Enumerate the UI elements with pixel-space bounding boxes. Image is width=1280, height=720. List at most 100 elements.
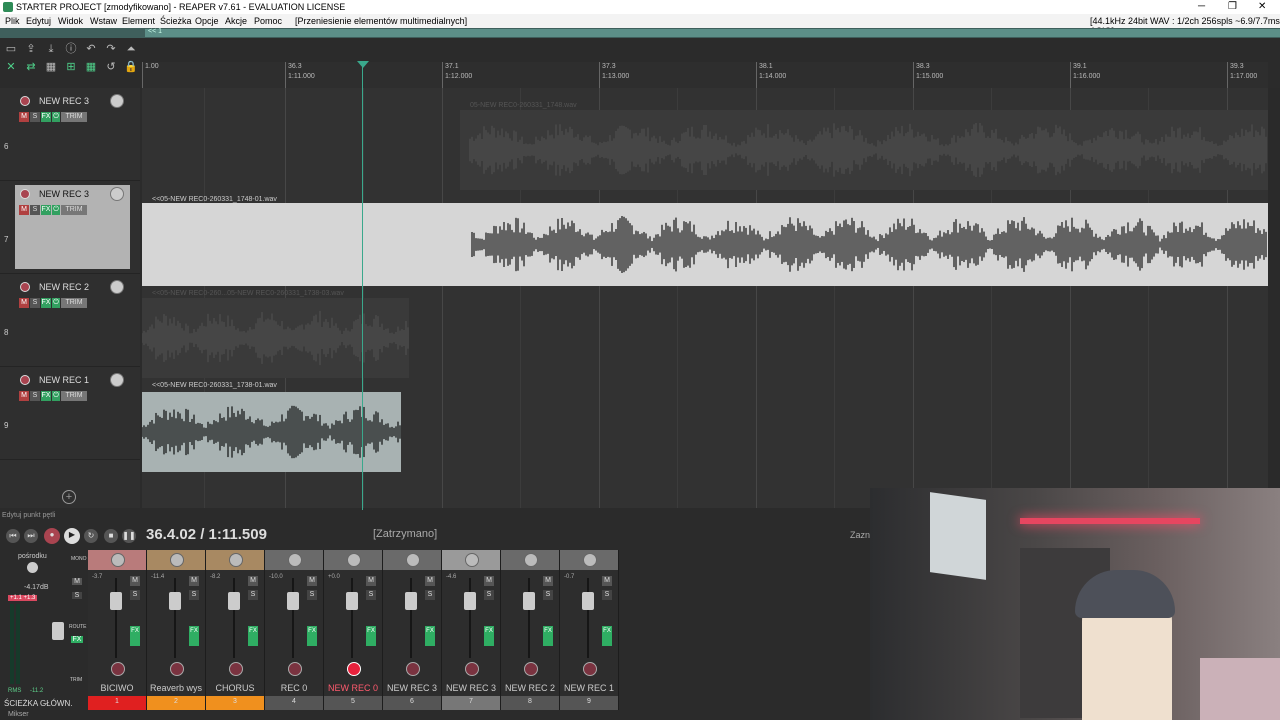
volume-fader[interactable] <box>346 592 358 610</box>
snap-icon[interactable]: ⊞ <box>64 60 78 74</box>
strip-record-arm-icon[interactable] <box>465 662 479 676</box>
undo-icon[interactable]: ↶ <box>84 42 98 56</box>
menu-track[interactable]: Ścieżka <box>160 16 192 26</box>
go-to-end-icon[interactable]: ⏭ <box>24 529 38 543</box>
strip-record-arm-icon[interactable] <box>406 662 420 676</box>
region-bar[interactable]: << 1 <box>0 28 1280 38</box>
edit-cursor[interactable] <box>362 62 363 510</box>
fx-button[interactable]: FX <box>41 298 51 308</box>
master-pan-knob[interactable] <box>27 562 38 573</box>
strip-record-arm-icon[interactable] <box>111 662 125 676</box>
record-icon[interactable]: ● <box>44 528 60 544</box>
play-icon[interactable]: ▶ <box>64 528 80 544</box>
strip-solo-button[interactable]: S <box>543 590 553 600</box>
route-button[interactable]: ROUTE <box>69 624 87 630</box>
minimize-button[interactable]: ─ <box>1198 1 1205 12</box>
volume-fader[interactable] <box>405 592 417 610</box>
item-grouping-icon[interactable]: ⇄ <box>24 60 38 74</box>
repeat-icon[interactable]: ↻ <box>84 529 98 543</box>
strip-mute-button[interactable]: M <box>425 576 435 586</box>
auto-crossfade-icon[interactable]: ↺ <box>104 60 118 74</box>
strip-fx-button[interactable]: FX <box>543 626 553 646</box>
volume-fader[interactable] <box>228 592 240 610</box>
time-position[interactable]: 36.4.02 / 1:11.509 <box>146 526 267 543</box>
vertical-scrollbar[interactable] <box>1268 88 1280 508</box>
mute-button[interactable]: M <box>19 112 29 122</box>
menu-insert[interactable]: Wstaw <box>90 16 117 26</box>
menu-file[interactable]: Plik <box>5 16 20 26</box>
mixer-strip[interactable]: M S FX NEW REC 2 8 <box>501 550 560 710</box>
pan-knob[interactable] <box>288 553 302 567</box>
trim-button[interactable]: TRIM <box>61 112 87 122</box>
menu-help[interactable]: Pomoc <box>254 16 282 26</box>
grid-icon[interactable]: ▦ <box>44 60 58 74</box>
track-name[interactable]: NEW REC 2 <box>39 282 89 292</box>
close-button[interactable]: ✕ <box>1258 1 1266 12</box>
trim-button[interactable]: TRIM <box>61 391 87 401</box>
pan-knob[interactable] <box>229 553 243 567</box>
ripple-edit-icon[interactable]: ✕ <box>4 60 18 74</box>
strip-mute-button[interactable]: M <box>248 576 258 586</box>
strip-record-arm-icon[interactable] <box>288 662 302 676</box>
mute-button[interactable]: M <box>19 298 29 308</box>
solo-button[interactable]: S <box>30 391 40 401</box>
mixer-strip[interactable]: -8.2 M S FX CHORUS 3 <box>206 550 265 710</box>
save-project-icon[interactable]: ⤓ <box>44 42 58 56</box>
fx-button[interactable]: FX <box>41 391 51 401</box>
track-header[interactable]: NEW REC 1 M S FX ⏻ TRIM 9 <box>0 367 140 460</box>
strip-mute-button[interactable]: M <box>484 576 494 586</box>
solo-button[interactable]: S <box>30 298 40 308</box>
track-panel[interactable]: NEW REC 1 M S FX ⏻ TRIM <box>15 371 130 455</box>
volume-knob[interactable] <box>110 373 124 387</box>
timeline-ruler[interactable]: 1.00 36.3 1:11.000 37.1 1:12.000 37.3 1:13.… <box>142 62 1268 89</box>
media-item[interactable] <box>142 298 409 378</box>
mixer-tab[interactable]: Mikser <box>0 710 140 720</box>
mixer-strip[interactable]: -10.0 M S FX REC 0 4 <box>265 550 324 710</box>
mixer-strip[interactable]: +0.0 M S FX NEW REC 0 5 <box>324 550 383 710</box>
fx-bypass-button[interactable]: ⏻ <box>52 391 60 401</box>
record-arm-button[interactable] <box>20 282 30 292</box>
pan-knob[interactable] <box>583 553 597 567</box>
region-segment[interactable] <box>145 29 1280 37</box>
master-fader[interactable] <box>52 622 64 640</box>
menu-actions[interactable]: Akcje <box>225 16 247 26</box>
mono-button[interactable]: MONO <box>71 556 87 562</box>
mixer-strip[interactable]: -3.7 M S FX BICIWO 1 <box>88 550 147 710</box>
volume-knob[interactable] <box>110 280 124 294</box>
pause-icon[interactable]: ❚❚ <box>122 529 136 543</box>
strip-record-arm-icon[interactable] <box>170 662 184 676</box>
pan-knob[interactable] <box>170 553 184 567</box>
strip-solo-button[interactable]: S <box>307 590 317 600</box>
metronome-icon[interactable]: ⏶ <box>124 42 138 56</box>
mixer-strip[interactable]: -11.4 M S FX Reaverb wys 2 <box>147 550 206 710</box>
strip-solo-button[interactable]: S <box>602 590 612 600</box>
strip-record-arm-icon[interactable] <box>229 662 243 676</box>
strip-solo-button[interactable]: S <box>248 590 258 600</box>
strip-fx-button[interactable]: FX <box>484 626 494 646</box>
project-settings-icon[interactable]: ⓘ <box>64 42 78 56</box>
track-name[interactable]: NEW REC 3 <box>39 189 89 199</box>
volume-fader[interactable] <box>110 592 122 610</box>
strip-solo-button[interactable]: S <box>484 590 494 600</box>
mixer-strip[interactable]: -0.7 M S FX NEW REC 1 9 <box>560 550 619 710</box>
go-to-start-icon[interactable]: ⏮ <box>6 529 20 543</box>
track-header[interactable]: NEW REC 2 M S FX ⏻ TRIM 8 <box>0 274 140 367</box>
trim-button[interactable]: TRIM <box>61 205 87 215</box>
strip-fx-button[interactable]: FX <box>130 626 140 646</box>
record-arm-button[interactable] <box>20 375 30 385</box>
new-project-icon[interactable]: ▭ <box>4 42 18 56</box>
track-panel[interactable]: NEW REC 3 M S FX ⏻ TRIM <box>15 92 130 176</box>
strip-fx-button[interactable]: FX <box>248 626 258 646</box>
strip-mute-button[interactable]: M <box>543 576 553 586</box>
track-header[interactable]: NEW REC 3 M S FX ⏻ TRIM 6 <box>0 88 140 181</box>
strip-record-arm-icon[interactable] <box>347 662 361 676</box>
pan-knob[interactable] <box>465 553 479 567</box>
pan-knob[interactable] <box>347 553 361 567</box>
volume-knob[interactable] <box>110 187 124 201</box>
pan-knob[interactable] <box>524 553 538 567</box>
solo-button[interactable]: S <box>30 205 40 215</box>
pan-knob[interactable] <box>111 553 125 567</box>
media-item[interactable] <box>460 110 1268 190</box>
fx-button[interactable]: FX <box>41 112 51 122</box>
strip-solo-button[interactable]: S <box>130 590 140 600</box>
